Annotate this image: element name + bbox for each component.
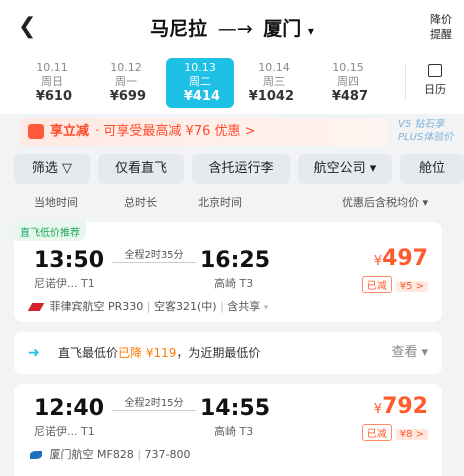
departure-time: 13:50 (34, 248, 105, 273)
currency: ¥ (373, 402, 383, 417)
col-beijing-time: 北京时间 (198, 196, 242, 209)
route-line (112, 410, 196, 411)
discount: 已减 ¥5 > (361, 276, 428, 293)
flight-card[interactable]: 直飞低价推荐 13:50 全程2时35分 16:25 尼诺伊... T1 高崎 … (14, 222, 442, 322)
filter-button[interactable]: 筛选 ▽ (14, 154, 90, 184)
column-headers: 当地时间 总时长 北京时间 优惠后含税均价 ▾ (0, 190, 464, 212)
weekday-label: 周日 (41, 75, 63, 88)
date-item-10-11[interactable]: 10.11 周日 ¥610 (18, 58, 86, 108)
caret-down-icon: ▾ (307, 24, 314, 38)
aircraft: 737-800 (144, 448, 191, 461)
destination-city: 厦门 (263, 18, 302, 40)
discount-value[interactable]: ¥8 > (395, 429, 428, 440)
promo-banner[interactable]: 享立减 · 可享受最高减 ¥76 优惠 > (20, 118, 388, 146)
route-title[interactable]: 马尼拉 —→ 厦门 ▾ (0, 14, 464, 41)
filter-bar: 筛选 ▽ 仅看直飞 含托运行李 航空公司 ▾ 舱位 (0, 150, 464, 190)
arrival-time: 16:25 (200, 248, 271, 273)
codeshare: 含共享 (227, 300, 261, 313)
flight-price: ¥792 (374, 394, 428, 419)
top-bar: ❮ 马尼拉 —→ 厦门 ▾ 降价 提醒 (0, 0, 464, 52)
tip-pre: 直飞最低价 (58, 346, 119, 360)
date-item-10-13[interactable]: 10.13 周二 ¥414 (166, 58, 234, 108)
tip-highlight: 已降 ¥119 (118, 346, 177, 360)
recommend-badge: 直飞低价推荐 (14, 222, 86, 241)
route-line (112, 262, 196, 263)
duration: 全程2时35分 (124, 250, 184, 261)
weekday-label: 周三 (263, 75, 285, 88)
expand-icon: ▾ (263, 303, 269, 313)
calendar-label: 日历 (424, 83, 446, 96)
airline-logo-icon (30, 451, 42, 459)
view-button[interactable]: 查看 ▾ (391, 332, 428, 374)
date-price: ¥610 (35, 89, 72, 104)
coupon-icon (28, 124, 44, 139)
duration: 全程2时15分 (124, 398, 184, 409)
weekday-label: 周一 (115, 75, 137, 88)
date-item-10-15[interactable]: 10.15 周四 ¥487 (314, 58, 382, 108)
departure-airport: 尼诺伊... T1 (34, 425, 95, 438)
price-value: 792 (382, 394, 428, 419)
divider (405, 64, 406, 100)
date-label: 10.14 (258, 61, 290, 74)
airline-filter-button[interactable]: 航空公司 ▾ (298, 154, 392, 184)
price-alert-line1: 降价 (430, 13, 452, 26)
departure-airport: 尼诺伊... T1 (34, 277, 95, 290)
promo-title: 享立减 (50, 124, 90, 139)
price-alert-line2: 提醒 (430, 28, 452, 41)
plane-icon: ➜ (28, 345, 40, 361)
calendar-button[interactable]: 日历 (420, 62, 450, 97)
airline-flight-no: 厦门航空 MF828 (49, 448, 134, 461)
arrival-airport: 高崎 T3 (214, 277, 254, 290)
date-strip: 10.11 周日 ¥610 10.12 周一 ¥699 10.13 周二 ¥41… (0, 52, 464, 114)
vip-line2: PLUS体验价 (398, 132, 454, 143)
date-item-10-14[interactable]: 10.14 周三 ¥1042 (240, 58, 308, 108)
weekday-label: 周二 (189, 75, 211, 88)
promo-arrow: > (244, 124, 256, 139)
flight-info: 厦门航空 MF828 | 737-800 (30, 446, 190, 462)
arrival-time: 14:55 (200, 396, 271, 421)
flight-card[interactable]: 12:40 全程2时15分 14:55 尼诺伊... T1 高崎 T3 ¥792… (14, 384, 442, 476)
date-price: ¥699 (109, 89, 146, 104)
discount-label: 已减 (361, 276, 392, 293)
tip-post: ，为近期最低价 (176, 346, 261, 360)
direct-only-button[interactable]: 仅看直飞 (98, 154, 184, 184)
discount-label: 已减 (361, 424, 392, 441)
col-local-time: 当地时间 (34, 196, 78, 209)
date-label: 10.15 (332, 61, 364, 74)
price-value: 497 (382, 246, 428, 271)
calendar-icon (428, 64, 442, 77)
flight-price: ¥497 (374, 246, 428, 271)
flight-info: 菲律宾航空 PR330 | 空客321(中) | 含共享 ▾ (27, 298, 269, 314)
date-price: ¥414 (183, 89, 220, 104)
origin-city: 马尼拉 (150, 18, 208, 40)
vip-line1: V5 钻石享 (398, 119, 445, 130)
airline-logo-icon (27, 303, 45, 311)
cabin-filter-button[interactable]: 舱位 (400, 154, 464, 184)
aircraft: 空客321(中) (153, 300, 217, 313)
discount-value[interactable]: ¥5 > (395, 281, 428, 292)
departure-time: 12:40 (34, 396, 105, 421)
date-label: 10.13 (184, 61, 216, 74)
date-price: ¥487 (331, 89, 368, 104)
price-tip-text: 直飞最低价已降 ¥119，为近期最低价 (58, 332, 260, 374)
date-label: 10.11 (36, 61, 68, 74)
vip-badge[interactable]: V5 钻石享 PLUS体验价 (398, 118, 453, 144)
discount: 已减 ¥8 > (361, 424, 428, 441)
airline-flight-no: 菲律宾航空 PR330 (49, 300, 144, 313)
arrival-airport: 高崎 T3 (214, 425, 254, 438)
checked-baggage-button[interactable]: 含托运行李 (192, 154, 290, 184)
price-tip-banner[interactable]: ➜ 直飞最低价已降 ¥119，为近期最低价 查看 ▾ (14, 332, 442, 374)
date-item-10-12[interactable]: 10.12 周一 ¥699 (92, 58, 160, 108)
route-arrow: —→ (217, 18, 253, 40)
promo-text: · 可享受最高减 ¥76 优惠 (95, 124, 241, 139)
currency: ¥ (373, 254, 383, 269)
sort-button[interactable]: 优惠后含税均价 ▾ (342, 194, 428, 210)
col-duration: 总时长 (124, 196, 157, 209)
date-label: 10.12 (110, 61, 142, 74)
weekday-label: 周四 (337, 75, 359, 88)
date-price: ¥1042 (248, 89, 294, 104)
price-alert-button[interactable]: 降价 提醒 (430, 12, 452, 42)
